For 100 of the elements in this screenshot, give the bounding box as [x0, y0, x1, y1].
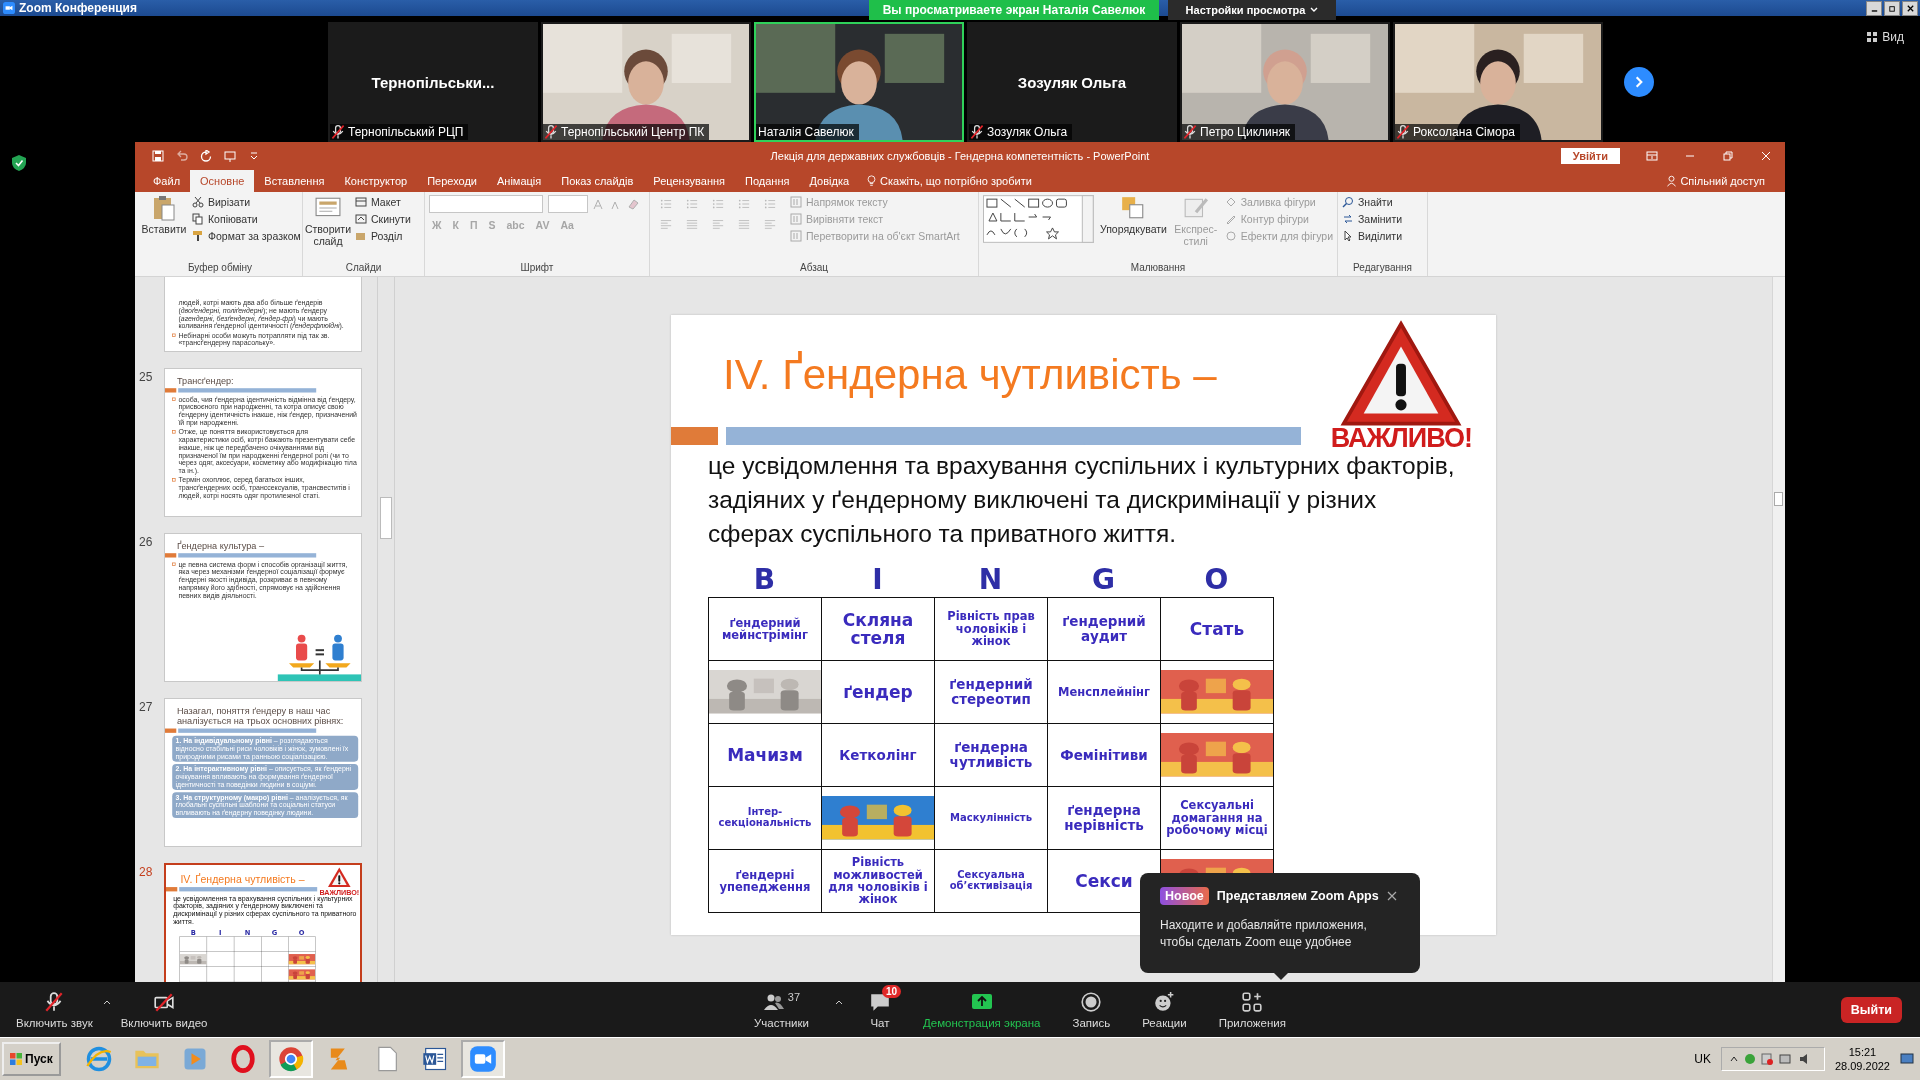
- paste-button[interactable]: Вставити: [142, 195, 186, 236]
- language-indicator[interactable]: UK: [1694, 1052, 1711, 1066]
- list-icon[interactable]: [764, 198, 776, 210]
- tray-icons-drawing[interactable]: [1720, 1047, 1825, 1071]
- slide-thumbnail[interactable]: [164, 863, 362, 982]
- bingo-cell: ґендерний стереотип: [935, 661, 1048, 724]
- start-video-button[interactable]: Включить видео: [114, 986, 214, 1033]
- participant-tile[interactable]: Наталія Савелюк: [754, 22, 964, 142]
- ribbon-tab[interactable]: Конструктор: [334, 170, 418, 192]
- eraser-icon[interactable]: [627, 198, 639, 210]
- caret-icon[interactable]: [834, 998, 843, 1005]
- clock-time[interactable]: 15:21: [1848, 1045, 1877, 1059]
- ribbon-tab[interactable]: Файл: [143, 170, 191, 192]
- ribbon-tab[interactable]: Основне: [190, 170, 255, 192]
- slide-thumbnail[interactable]: [164, 698, 362, 847]
- restore-button[interactable]: [1884, 1, 1900, 16]
- restore-icon[interactable]: [1722, 150, 1734, 162]
- redo-icon[interactable]: [200, 150, 212, 162]
- ribbon-button[interactable]: Виділити: [1342, 229, 1403, 243]
- ribbon-button[interactable]: Копіювати: [192, 212, 301, 226]
- align-icon[interactable]: [712, 218, 724, 230]
- view-settings-menu[interactable]: Настройки просмотра: [1168, 0, 1336, 20]
- ribbon-button[interactable]: Скинути: [355, 212, 411, 226]
- customize-icon[interactable]: [248, 150, 260, 162]
- ribbon-tab[interactable]: Рецензування: [643, 170, 736, 192]
- arrange-button[interactable]: Упорядкувати: [1100, 195, 1167, 236]
- list-icon[interactable]: [686, 198, 698, 210]
- bingo-letter: O: [1203, 563, 1230, 597]
- slide-thumbnail[interactable]: [164, 533, 362, 682]
- share-screen-button[interactable]: Демонстрация экрана: [916, 986, 1047, 1033]
- bingo-cell: ґендерна нерівність: [1048, 787, 1161, 850]
- shield-icon[interactable]: [12, 155, 26, 171]
- apps-button[interactable]: Приложения: [1212, 986, 1292, 1033]
- taskbar-button[interactable]: [268, 1040, 313, 1078]
- participant-tile[interactable]: Роксолана Сімора: [1393, 22, 1603, 142]
- close-icon[interactable]: [1386, 891, 1397, 901]
- ribbon-button[interactable]: Вирізати: [192, 195, 301, 209]
- ribbon-button[interactable]: Знайти: [1342, 195, 1403, 209]
- next-page-button[interactable]: [1624, 67, 1654, 97]
- align-icon[interactable]: [738, 218, 750, 230]
- ribbon-button[interactable]: Замінити: [1342, 212, 1403, 226]
- participant-tile[interactable]: Тернопільський Центр ПК: [541, 22, 751, 142]
- slideshow-icon[interactable]: [224, 150, 236, 162]
- align-icon[interactable]: [686, 218, 698, 230]
- ribbon-tab[interactable]: Показ слайдів: [551, 170, 644, 192]
- record-icon: [1080, 990, 1103, 1013]
- scrollbar[interactable]: [1772, 277, 1785, 982]
- shapes-gallery-drawing[interactable]: [983, 195, 1095, 243]
- slide-number: 26: [138, 534, 154, 551]
- minimize-button[interactable]: [1866, 1, 1882, 16]
- windows-logo-icon: [10, 1053, 22, 1065]
- participants-button[interactable]: 37 Участники: [748, 986, 815, 1033]
- scroll-thumb[interactable]: [380, 497, 392, 539]
- align-icon[interactable]: [660, 218, 672, 230]
- ribbon-tab[interactable]: Переходи: [417, 170, 487, 192]
- view-button[interactable]: Вид: [1867, 30, 1904, 44]
- reactions-button[interactable]: Реакции: [1136, 986, 1193, 1033]
- list-icon[interactable]: [660, 198, 672, 210]
- list-icon[interactable]: [712, 198, 724, 210]
- ribbon-button[interactable]: Розділ: [355, 229, 411, 243]
- sign-in-button[interactable]: Увійти: [1560, 148, 1620, 164]
- share-button[interactable]: Спільний доступ: [1667, 170, 1765, 192]
- record-button[interactable]: Запись: [1066, 986, 1117, 1033]
- ribbon-tab[interactable]: Подання: [735, 170, 800, 192]
- taskbar-button[interactable]: [460, 1040, 505, 1078]
- slide-thumbnail[interactable]: [164, 368, 362, 517]
- show-desktop-icon[interactable]: [1900, 1053, 1914, 1065]
- start-button[interactable]: Пуск: [2, 1042, 61, 1076]
- leave-button[interactable]: Выйти: [1840, 996, 1902, 1023]
- participant-tile[interactable]: Зозуляк Ольга Зозуляк Ольга: [967, 22, 1177, 142]
- group-label: Буфер обміну: [186, 262, 254, 275]
- font-name-field[interactable]: [429, 195, 543, 213]
- grow-font-icon[interactable]: [593, 198, 605, 210]
- font-size-field[interactable]: [548, 195, 588, 213]
- save-icon[interactable]: [152, 150, 164, 162]
- ribbon-display-icon[interactable]: [1646, 150, 1658, 162]
- tell-me-field[interactable]: Скажіть, що потрібно зробити: [867, 170, 1032, 192]
- scroll-thumb[interactable]: [1774, 492, 1783, 506]
- new-slide-button[interactable]: Створити слайд: [307, 195, 349, 248]
- unmute-button[interactable]: Включить звук: [10, 986, 99, 1033]
- list-icon[interactable]: [738, 198, 750, 210]
- clock-date[interactable]: 28.09.2022: [1834, 1059, 1890, 1073]
- pencil-icon: [1224, 213, 1237, 225]
- participant-tile[interactable]: Петро Циклиняк: [1180, 22, 1390, 142]
- ribbon-tab[interactable]: Анімація: [487, 170, 552, 192]
- participant-tile[interactable]: Тернопільськи... Тернопільський РЦП: [328, 22, 538, 142]
- ribbon-button[interactable]: Формат за зразком: [192, 229, 301, 243]
- ribbon-tab[interactable]: Довідка: [799, 170, 860, 192]
- slide-thumbnail[interactable]: [164, 277, 362, 352]
- ribbon-button[interactable]: Макет: [355, 195, 411, 209]
- accent-bar: [165, 728, 177, 733]
- participant-name: Роксолана Сімора: [1411, 124, 1520, 140]
- scrollbar[interactable]: [377, 277, 395, 982]
- window-title: Zoom Конференция: [19, 1, 137, 15]
- slide-number: 28: [138, 864, 154, 881]
- close-button[interactable]: [1902, 1, 1918, 16]
- ribbon-tab[interactable]: Вставлення: [254, 170, 335, 192]
- caret-icon[interactable]: [102, 998, 111, 1005]
- undo-icon[interactable]: [176, 150, 188, 162]
- align-icon[interactable]: [764, 218, 776, 230]
